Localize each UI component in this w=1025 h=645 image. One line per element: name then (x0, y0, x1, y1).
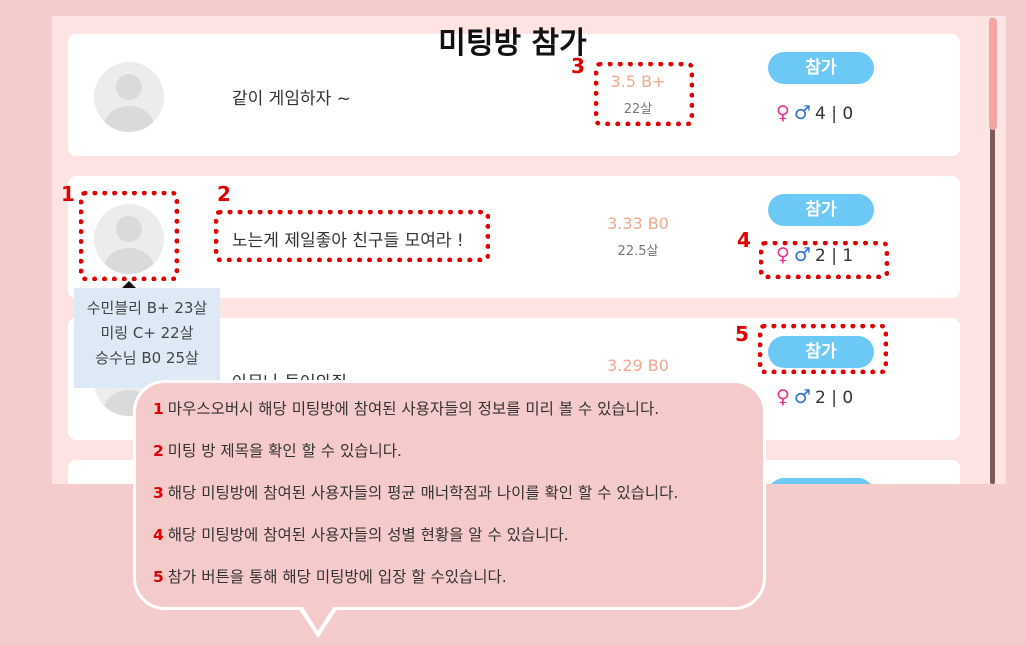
page-title: 미팅방 참가 (438, 26, 587, 61)
marker-4: 4 (737, 228, 751, 252)
tooltip-member-line: 수민블리 B+ 23살 (86, 299, 208, 317)
room-card[interactable]: 노는게 제일좋아 친구들 모여라 ! 3.33 B0 22.5살 참가 ♀ ♂ 2 … (68, 176, 960, 298)
room-manner-score: 3.29 B0 (607, 356, 669, 375)
male-icon: ♂ (793, 102, 811, 124)
gender-count: 4 | 0 (814, 104, 854, 124)
highlight-title-box (214, 210, 490, 262)
marker-3: 3 (571, 54, 585, 78)
female-icon: ♀ (776, 386, 790, 408)
room-manner-score: 3.33 B0 (607, 214, 669, 233)
note-item: 2 미팅 방 제목을 확인 할 수 있습니다. (153, 442, 402, 460)
gender-status: ♀ ♂ 2 | 0 (776, 386, 853, 408)
highlight-avatar-box (79, 191, 179, 281)
marker-5: 5 (735, 322, 749, 346)
note-item: 3 해당 미팅방에 참여된 사용자들의 평균 매너학점과 나이를 확인 할 수 있… (153, 484, 679, 502)
note-item: 4 해당 미팅방에 참여된 사용자들의 성별 현황을 알 수 있습니다. (153, 526, 569, 544)
marker-1: 1 (61, 182, 75, 206)
callout-tail-fill (301, 604, 335, 631)
gender-count: 2 | 0 (814, 388, 854, 408)
join-button[interactable]: 참가 (768, 478, 874, 484)
join-button[interactable]: 참가 (768, 194, 874, 226)
tooltip-member-line: 미링 C+ 22살 (100, 324, 194, 342)
female-icon: ♀ (776, 102, 790, 124)
room-title: 같이 게임하자 ~ (232, 89, 351, 109)
note-item: 1 마우스오버시 해당 미팅방에 참여된 사용자들의 정보를 미리 볼 수 있습니… (153, 400, 660, 418)
tooltip-arrow (122, 281, 136, 288)
member-preview-tooltip: 수민블리 B+ 23살 미링 C+ 22살 승수님 B0 25살 (74, 288, 220, 388)
avatar[interactable] (94, 62, 164, 132)
gender-status: ♀ ♂ 4 | 0 (776, 102, 853, 124)
highlight-join-box (758, 324, 888, 374)
highlight-gender-box (759, 241, 889, 279)
highlight-score-box (594, 62, 694, 126)
tooltip-member-line: 승수님 B0 25살 (95, 349, 199, 367)
note-item: 5 참가 버튼을 통해 해당 미팅방에 입장 할 수있습니다. (153, 568, 507, 586)
room-average-age: 22.5살 (617, 244, 659, 259)
marker-2: 2 (217, 182, 231, 206)
male-icon: ♂ (793, 386, 811, 408)
